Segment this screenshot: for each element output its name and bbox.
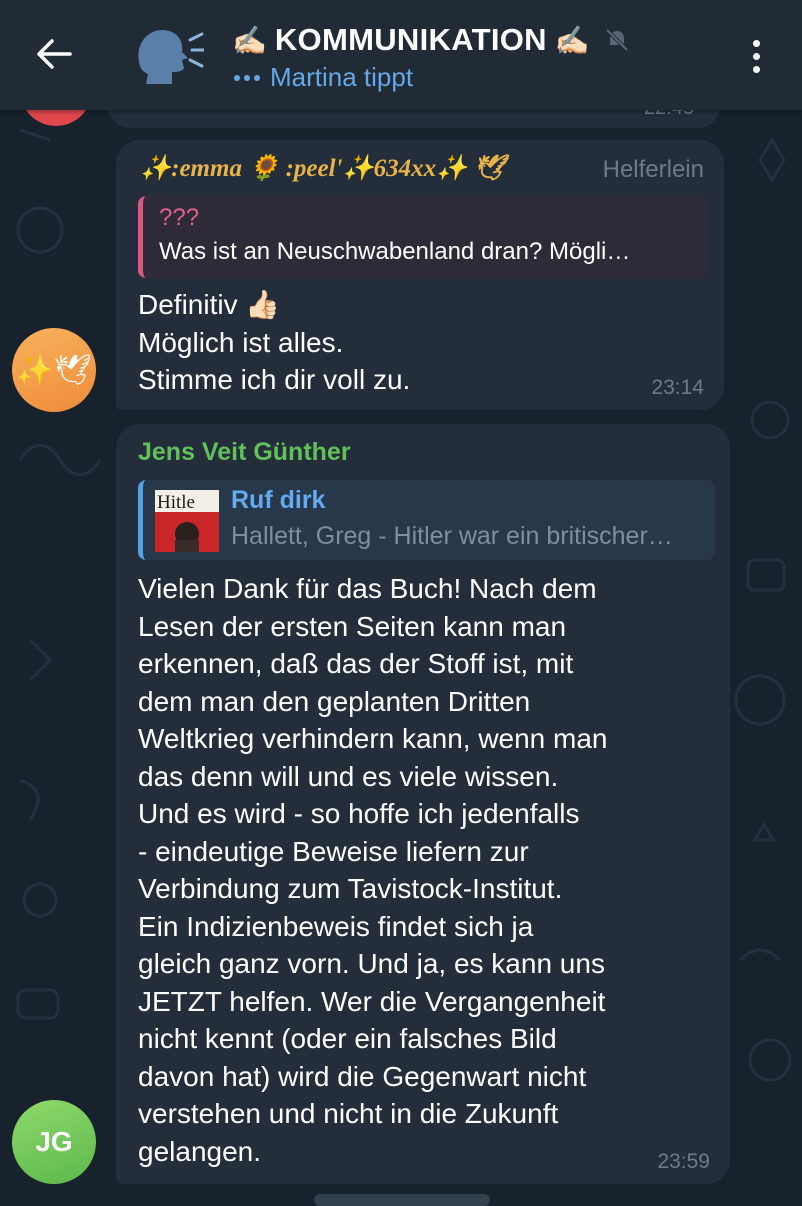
book-cover-thumbnail: Hitle xyxy=(155,490,219,552)
writing-hand-emoji-right: ✍🏻 xyxy=(554,24,590,56)
reply-quote-title: ??? xyxy=(159,204,200,231)
reply-quote-title: Ruf dirk xyxy=(231,486,326,514)
muted-bell-icon xyxy=(605,28,629,52)
more-vertical-icon xyxy=(752,39,760,47)
sender-avatar[interactable]: JG xyxy=(12,1100,96,1184)
message-bubble[interactable]: Jens Veit Günther Hitle Ruf dirk Hallett… xyxy=(116,424,730,1184)
typing-dots-icon xyxy=(234,74,260,81)
more-options-button[interactable] xyxy=(736,30,776,82)
chat-header: ✍🏻 KOMMUNIKATION ✍🏻 Martina tippt xyxy=(0,0,802,110)
message-text: Definitiv 👍🏻 Möglich ist alles. Stimme i… xyxy=(138,289,411,395)
sender-name[interactable]: ✨:emma 🌻 :peel'✨634xx✨ 🕊 xyxy=(140,154,505,183)
typing-status: Martina tippt xyxy=(234,62,413,93)
typing-status-text: Martina tippt xyxy=(270,62,414,92)
scroll-date-pill xyxy=(314,1194,490,1206)
avatar-emoji: ✨🕊 xyxy=(16,353,92,387)
reply-quote[interactable]: ??? Was ist an Neuschwabenland dran? Mög… xyxy=(138,196,709,278)
message-time: 23:14 xyxy=(651,376,704,399)
writing-hand-emoji-left: ✍🏻 xyxy=(232,24,267,56)
message-bubble[interactable]: ✨:emma 🌻 :peel'✨634xx✨ 🕊 Helferlein ??? … xyxy=(116,140,724,410)
group-avatar[interactable] xyxy=(132,26,206,88)
speaking-head-icon xyxy=(138,30,206,84)
sender-avatar[interactable]: ✨🕊 xyxy=(12,328,96,412)
reply-quote-text: Was ist an Neuschwabenland dran? Mögli… xyxy=(159,238,631,265)
chat-title-row[interactable]: ✍🏻 KOMMUNIKATION ✍🏻 xyxy=(232,20,630,60)
chat-title: KOMMUNIKATION xyxy=(274,22,547,57)
message-time: 23:59 xyxy=(657,1150,710,1173)
book-cover-title: Hitle xyxy=(157,492,195,513)
reply-quote-text: Hallett, Greg - Hitler war ein britische… xyxy=(231,522,673,550)
reply-quote[interactable]: Hitle Ruf dirk Hallett, Greg - Hitler wa… xyxy=(138,480,715,560)
message-text: Vielen Dank für das Buch! Nach dem Lesen… xyxy=(138,573,608,1167)
back-button[interactable] xyxy=(28,28,80,80)
book-cover-image: Hitle xyxy=(155,490,219,552)
avatar-initials: JG xyxy=(35,1126,73,1157)
sender-name[interactable]: Jens Veit Günther xyxy=(138,438,351,467)
arrow-left-icon xyxy=(37,39,72,69)
sender-role-badge: Helferlein xyxy=(602,156,704,183)
